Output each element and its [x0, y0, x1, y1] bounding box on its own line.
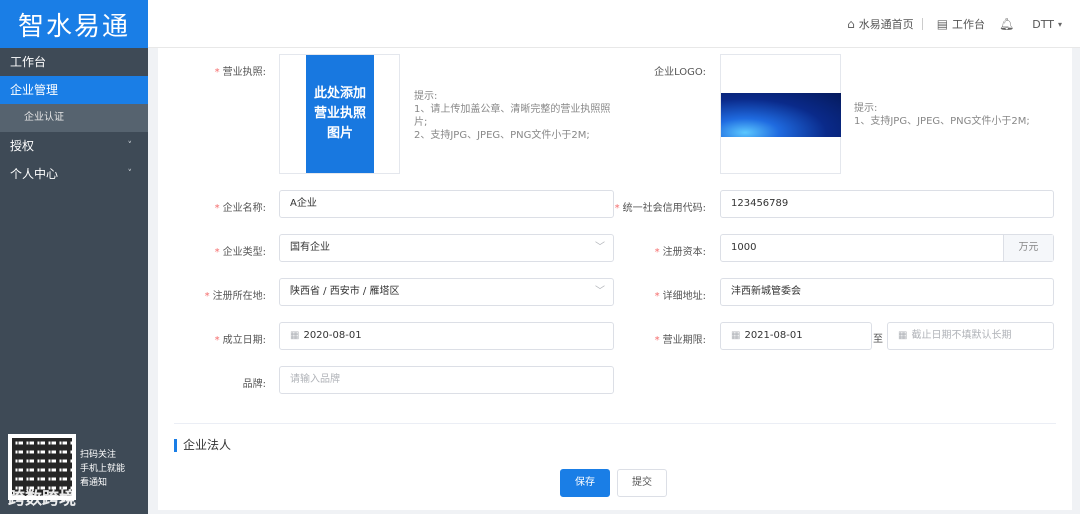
chevron-down-icon: ˅ — [127, 141, 133, 151]
header-actions: ⌂ 水易通首页 ▤ 工作台 🔔︎ DTT ▾ — [833, 16, 1066, 32]
founded-value: 2020-08-01 — [303, 330, 362, 341]
caret-down-icon: ▾ — [1057, 19, 1062, 29]
logo-label: 企业LOGO: — [654, 67, 706, 78]
license-upload[interactable]: 此处添加 营业执照 图片 — [279, 54, 400, 174]
submit-button[interactable]: 提交 — [617, 469, 667, 497]
company-name-label: * 企业名称: — [214, 203, 266, 214]
sidebar-item-label: 企业认证 — [24, 112, 64, 123]
reg-capital-input[interactable]: 1000 万元 — [720, 234, 1054, 262]
brand-label: 品牌: — [242, 379, 266, 390]
logo-upload[interactable] — [720, 54, 841, 174]
workbench-link-label: 工作台 — [952, 18, 986, 31]
license-upload-placeholder: 此处添加 营业执照 图片 — [306, 55, 374, 173]
business-term-start-value: 2021-08-01 — [744, 330, 803, 341]
save-button[interactable]: 保存 — [560, 469, 610, 497]
company-name-input[interactable]: A企业 — [279, 190, 614, 218]
notifications-button[interactable]: 🔔︎ — [999, 17, 1018, 31]
chevron-down-icon: ˅ — [127, 169, 133, 179]
founded-label: * 成立日期: — [214, 335, 266, 346]
top-header: ⌂ 水易通首页 ▤ 工作台 🔔︎ DTT ▾ — [148, 0, 1080, 48]
credit-code-label: * 统一社会信用代码: — [614, 203, 706, 214]
company-type-value: 国有企业 — [290, 242, 330, 253]
sidebar-item-label: 授权 — [10, 139, 35, 153]
brand-logo[interactable]: 智水易通 — [0, 0, 148, 48]
reg-location-value: 陕西省 / 西安市 / 雁塔区 — [290, 286, 400, 297]
sidebar-item-label: 个人中心 — [10, 167, 59, 181]
logo-image — [721, 93, 841, 137]
user-menu[interactable]: DTT ▾ — [1032, 18, 1066, 31]
address-label: * 详细地址: — [654, 291, 706, 302]
qr-caption-line: 看通知 — [80, 478, 108, 488]
calendar-icon: ▦ — [898, 330, 908, 341]
range-separator: 至 — [873, 334, 883, 345]
credit-code-input[interactable]: 123456789 — [720, 190, 1054, 218]
sidebar-item-authorization[interactable]: 授权 ˅ — [0, 132, 148, 160]
brand-input[interactable]: 请输入品牌 — [279, 366, 614, 394]
founded-date-picker[interactable]: ▦ 2020-08-01 — [279, 322, 614, 350]
sidebar-item-label: 工作台 — [10, 55, 47, 69]
business-term-start-picker[interactable]: ▦ 2021-08-01 — [720, 322, 872, 350]
bell-icon: 🔔︎ — [999, 17, 1015, 31]
workbench-icon: ▤ — [936, 17, 949, 31]
calendar-icon: ▦ — [731, 330, 741, 341]
sidebar-item-workbench[interactable]: 工作台 — [0, 48, 148, 76]
qr-caption-line: 扫码关注 — [80, 450, 117, 460]
sidebar-item-personal-center[interactable]: 个人中心 ˅ — [0, 160, 148, 188]
workbench-link[interactable]: ▤ 工作台 — [937, 16, 985, 32]
business-term-end-placeholder: 截止日期不填默认长期 — [911, 330, 1012, 341]
reg-location-cascader[interactable]: 陕西省 / 西安市 / 雁塔区 ﹀ — [279, 278, 614, 306]
home-link[interactable]: ⌂ 水易通首页 — [847, 16, 914, 32]
business-term-label: * 营业期限: — [654, 335, 706, 346]
divider — [174, 423, 1056, 424]
reg-capital-label: * 注册资本: — [654, 247, 706, 258]
main-content: * 营业执照: 此处添加 营业执照 图片 提示: 1、请上传加盖公章、清晰完整的营… — [158, 48, 1072, 510]
company-type-label: * 企业类型: — [214, 247, 266, 258]
company-type-select[interactable]: 国有企业 ﹀ — [279, 234, 614, 262]
user-name: DTT — [1032, 17, 1054, 31]
business-term-end-picker[interactable]: ▦ 截止日期不填默认长期 — [887, 322, 1054, 350]
reg-capital-value: 1000 — [731, 242, 757, 253]
sidebar-item-enterprise-management[interactable]: 企业管理 — [0, 76, 148, 104]
qr-caption-line: 手机上就能 — [80, 464, 126, 474]
calendar-icon: ▦ — [290, 330, 300, 341]
address-input[interactable]: 沣西新城管委会 — [720, 278, 1054, 306]
sidebar: 智水易通 工作台 企业管理 企业认证 授权 ˅ 个人中心 ˅ 扫码关注 手机上就能 … — [0, 0, 148, 514]
qr-caption: 扫码关注 手机上就能 看通知 — [80, 448, 125, 490]
logo-hint: 提示: 1、支持JPG、JPEG、PNG文件小于2M; — [854, 103, 1030, 127]
home-link-label: 水易通首页 — [858, 18, 914, 31]
reg-capital-unit: 万元 — [1003, 235, 1053, 261]
section-title-legal-person: 企业法人 — [174, 439, 231, 452]
divider — [921, 18, 923, 30]
watermark: 跨数跨境 — [8, 489, 76, 509]
license-label: * 营业执照: — [214, 67, 266, 78]
license-hint: 提示: 1、请上传加盖公章、清晰完整的营业执照照 片; 2、支持JPG、JPEG… — [414, 91, 611, 141]
home-icon: ⌂ — [847, 17, 855, 31]
sidebar-item-enterprise-certification[interactable]: 企业认证 — [0, 104, 148, 132]
reg-location-label: * 注册所在地: — [204, 291, 266, 302]
sidebar-item-label: 企业管理 — [10, 83, 59, 97]
